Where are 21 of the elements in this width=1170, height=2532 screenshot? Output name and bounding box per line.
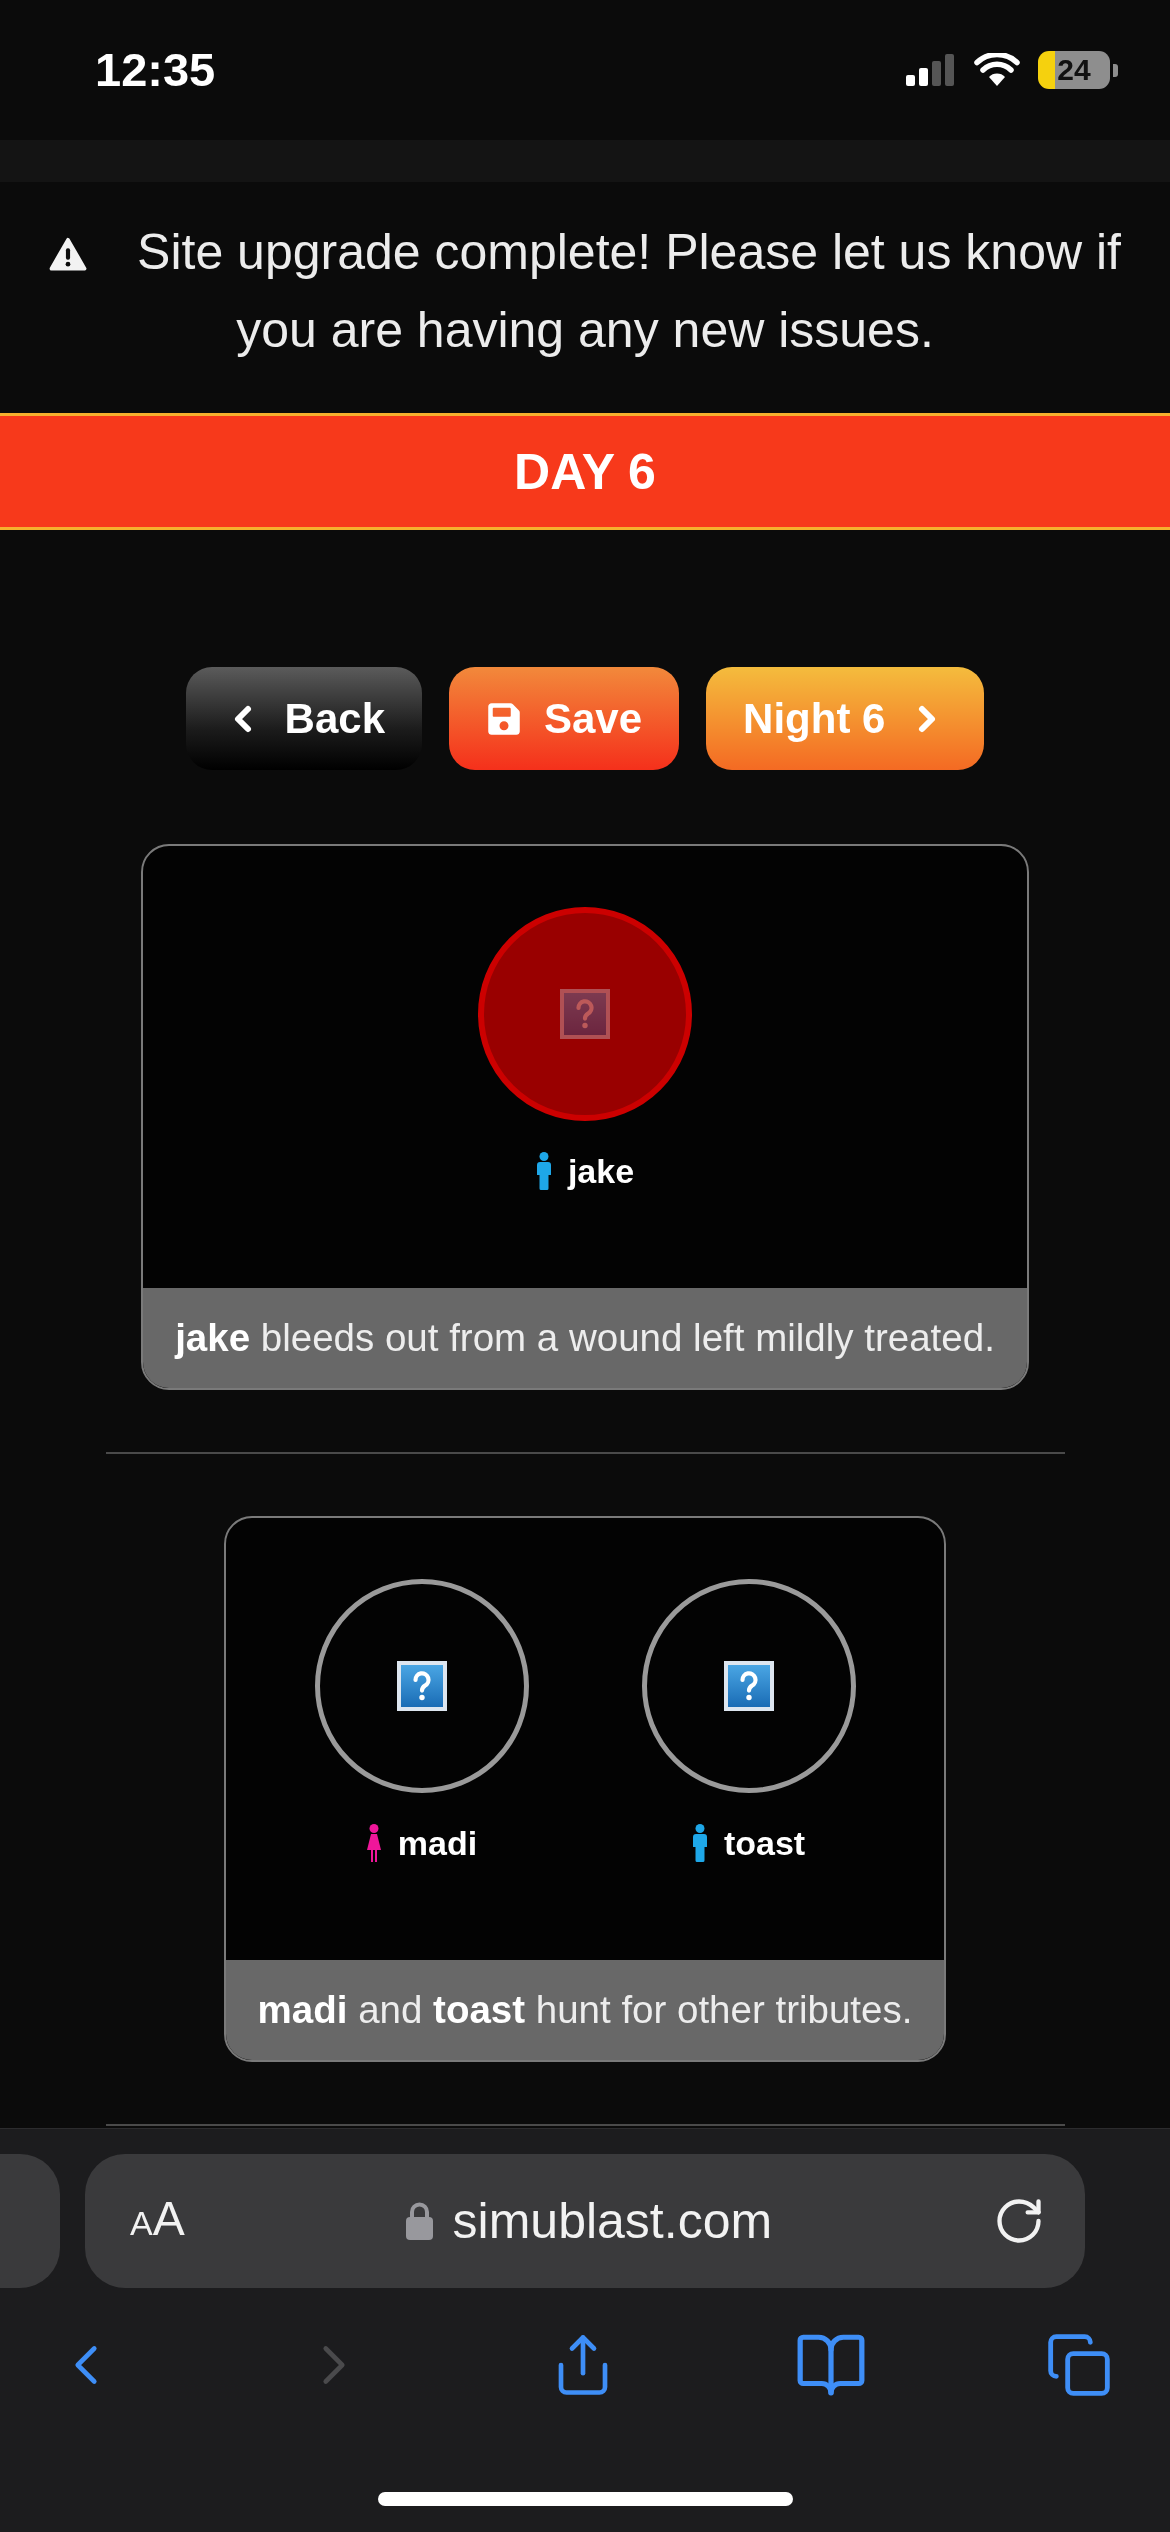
text-size-button[interactable]: AA [130,2191,185,2251]
tribute-name: madi [397,1823,478,1864]
signal-icon [906,54,956,86]
question-mark-icon [560,989,610,1039]
address-bar[interactable]: AA simublast.com [85,2154,1085,2288]
day-title: DAY 6 [514,442,656,502]
event-caption: madi and toast hunt for other tributes. [225,1960,945,2060]
question-mark-icon [723,1661,774,1711]
warning-icon [49,237,88,271]
status-time: 12:35 [95,42,216,98]
wifi-icon [974,53,1020,87]
overlapping-squares-icon [1045,2331,1113,2399]
tribute-name: toast [723,1823,806,1864]
event-caption: jake bleeds out from a wound left mildly treated. [143,1288,1027,1388]
alert-message: Site upgrade complete! Please let us know if you are having any new issues. [137,224,1121,358]
question-mark-icon [396,1661,447,1711]
battery-indicator: 24 [1038,51,1118,89]
url-text[interactable]: simublast.com [452,2191,773,2251]
back-button[interactable]: Back [185,667,422,770]
lock-icon [405,2202,433,2240]
tribute-name: jake [567,1151,635,1192]
